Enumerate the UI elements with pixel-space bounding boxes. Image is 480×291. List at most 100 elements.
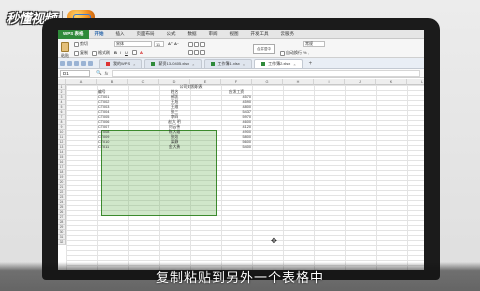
menu-bar: WPS 表格 开始 插入 页面布局 公式 数据 审阅 视图 开发工具 云服务 (58, 30, 424, 39)
menu-item-review[interactable]: 审阅 (203, 31, 224, 37)
wps-icon (106, 62, 110, 66)
tab-label: 薪资13-0405.xlsx (158, 61, 190, 66)
excel-icon (261, 62, 266, 66)
tab-workbook-2[interactable]: 工作簿2.xlsx × (254, 59, 303, 68)
grow-font-button[interactable]: A⁺ A⁻ (168, 41, 179, 46)
align-left-button[interactable] (188, 50, 205, 55)
wps-window: WPS 表格 开始 插入 页面布局 公式 数据 审阅 视图 开发工具 云服务 粘… (58, 30, 424, 270)
copy-icon (74, 50, 79, 56)
wrap-icon (280, 50, 285, 56)
menu-item-formula[interactable]: 公式 (161, 31, 182, 37)
italic-button[interactable]: I (120, 50, 121, 55)
menu-item-developer[interactable]: 开发工具 (245, 31, 275, 37)
code-cell[interactable]: CT011 (98, 145, 127, 150)
column-header[interactable]: I (314, 79, 345, 85)
excel-icon (210, 62, 215, 66)
merge-center-button[interactable]: 合并居中 (253, 44, 275, 54)
print-icon[interactable] (74, 60, 79, 66)
font-name-value: 宋体 (114, 41, 152, 47)
subtitle-bar: 复制粘贴到另外一个表格中 (0, 262, 480, 291)
percent-button[interactable]: % , (303, 50, 309, 55)
column-header[interactable]: F (221, 79, 252, 85)
borders-button[interactable] (132, 50, 137, 55)
align-top-button[interactable] (188, 42, 205, 47)
copy-button[interactable]: 复制 (74, 50, 88, 56)
font-size-select[interactable]: 11 (154, 41, 164, 47)
copy-label: 复制 (80, 50, 88, 55)
column-header[interactable]: K (376, 79, 407, 85)
brush-icon (92, 50, 97, 56)
save-icon[interactable] (67, 60, 72, 66)
formula-bar: D1 🔍 fx (58, 69, 424, 78)
close-icon[interactable]: × (133, 62, 135, 67)
font-size-value: 11 (154, 41, 164, 47)
number-format-value: 常规 (303, 41, 325, 47)
laptop-frame: WPS 表格 开始 插入 页面布局 公式 数据 审阅 视图 开发工具 云服务 粘… (42, 18, 440, 280)
video-subtitle: 复制粘贴到另外一个表格中 (155, 270, 324, 285)
column-header[interactable]: A (66, 79, 97, 85)
menu-item-data[interactable]: 数据 (182, 31, 203, 37)
scissors-icon (74, 41, 79, 47)
align-right-icon (200, 50, 205, 55)
ribbon-toolbar: 粘贴 剪切 复制 格式刷 宋体 11 A⁺ A⁻ B I U A 合并居中 自动… (58, 39, 424, 58)
cut-label: 剪切 (80, 41, 88, 46)
wrap-label: 自动换行 (286, 50, 302, 55)
column-header[interactable]: B (97, 79, 128, 85)
align-left-icon (188, 50, 193, 55)
borders-icon (132, 50, 137, 55)
align-middle-icon (194, 42, 199, 47)
underline-button[interactable]: U (125, 50, 128, 55)
row-header[interactable]: 32 (58, 240, 66, 245)
tab-my-wps[interactable]: 我的WPS × (99, 59, 143, 68)
fx-icon[interactable]: fx (105, 71, 109, 76)
tab-salary-file[interactable]: 薪资13-0405.xlsx × (144, 59, 202, 68)
undo-icon[interactable] (81, 60, 86, 66)
column-header[interactable]: G (252, 79, 283, 85)
number-format-select[interactable]: 常规 (303, 41, 325, 47)
wrap-text-button[interactable]: 自动换行 (280, 50, 302, 56)
menu-item-insert[interactable]: 插入 (110, 31, 131, 37)
cursor-icon: ✥ (271, 238, 277, 245)
font-name-select[interactable]: 宋体 (114, 41, 152, 47)
name-cell[interactable]: 金大勇 (160, 145, 189, 150)
column-header[interactable]: L (407, 79, 424, 85)
menu-item-cloud[interactable]: 云服务 (275, 31, 301, 37)
tab-label: 我的WPS (113, 61, 131, 66)
formula-input[interactable] (112, 69, 420, 77)
format-painter-label: 格式刷 (98, 50, 110, 55)
close-icon[interactable]: × (293, 62, 295, 67)
new-tab-button[interactable]: + (305, 59, 317, 68)
menu-item-home[interactable]: 开始 (89, 31, 110, 37)
name-box[interactable]: D1 (60, 69, 90, 77)
menu-item-view[interactable]: 视图 (224, 31, 245, 37)
redo-icon[interactable] (88, 60, 93, 66)
paste-button[interactable]: 粘贴 (61, 42, 69, 59)
align-top-icon (188, 42, 193, 47)
format-painter-button[interactable]: 格式刷 (92, 50, 110, 56)
spreadsheet-grid[interactable]: ABCDEFGHIJKL 1 2 3 4 5 6 7 8 9 10 11 12 13 14 15 16 17 18… (58, 79, 424, 270)
font-color-button[interactable]: A (140, 50, 143, 55)
tab-label: 工作簿2.xlsx (268, 61, 291, 66)
column-header[interactable]: C (128, 79, 159, 85)
bold-button[interactable]: B (114, 50, 117, 55)
open-folder-icon[interactable] (60, 60, 65, 66)
cut-button[interactable]: 剪切 (74, 41, 88, 47)
align-center-icon (194, 50, 199, 55)
menu-item-page-layout[interactable]: 页面布局 (131, 31, 161, 37)
column-header[interactable]: H (283, 79, 314, 85)
align-bottom-icon (200, 42, 205, 47)
app-menu-button[interactable]: WPS 表格 (58, 30, 89, 39)
excel-icon (151, 62, 156, 66)
salary-cell[interactable]: 5400 (222, 145, 251, 150)
tab-label: 工作簿1.xlsx (217, 61, 240, 66)
column-header[interactable]: J (345, 79, 376, 85)
document-tab-bar: 我的WPS × 薪资13-0405.xlsx × 工作簿1.xlsx × 工作簿… (58, 58, 424, 69)
paste-label: 粘贴 (61, 53, 69, 58)
close-icon[interactable]: × (243, 62, 245, 67)
formula-tools: 🔍 fx (96, 70, 108, 76)
paste-icon (61, 42, 69, 52)
tab-workbook-1[interactable]: 工作簿1.xlsx × (203, 59, 253, 68)
search-icon[interactable]: 🔍 (96, 70, 102, 76)
quick-access-toolbar (60, 58, 97, 68)
close-icon[interactable]: × (192, 62, 194, 67)
